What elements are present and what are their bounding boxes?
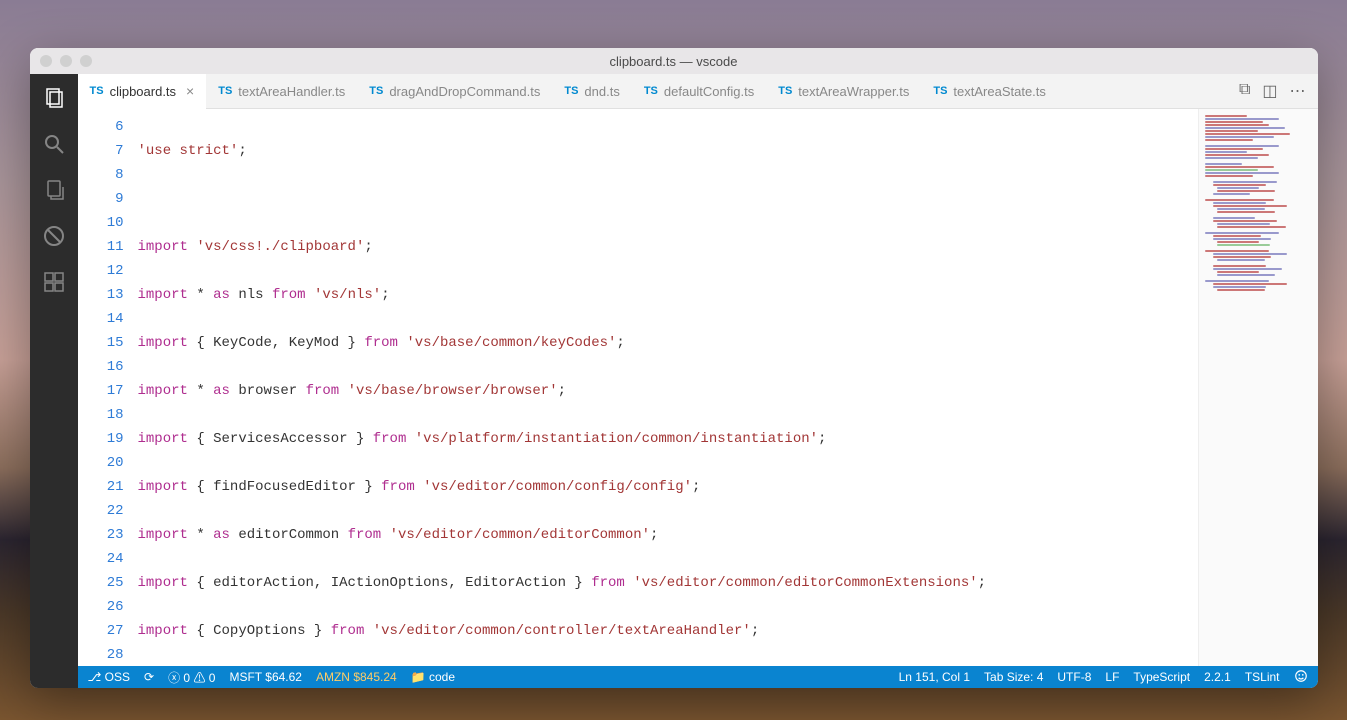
tab-textareastate[interactable]: TStextAreaState.ts — [921, 74, 1058, 109]
errors-count[interactable]: ⓧ 0 ⚠ 0 — [168, 669, 215, 686]
text-editor[interactable]: 6789101112131415161718192021222324252627… — [78, 109, 1198, 666]
extensions-icon[interactable] — [40, 268, 68, 296]
code-content[interactable]: 'use strict'; import 'vs/css!./clipboard… — [138, 109, 1198, 666]
sync-icon[interactable]: ⟳ — [144, 670, 154, 684]
split-icon[interactable]: ◫ — [1262, 81, 1277, 101]
compare-icon[interactable]: ⧉ — [1239, 81, 1250, 101]
encoding[interactable]: UTF-8 — [1057, 670, 1091, 684]
vscode-window: clipboard.ts — vscode TS — [30, 48, 1318, 688]
tab-textareahandler[interactable]: TStextAreaHandler.ts — [206, 74, 357, 109]
git-icon[interactable] — [40, 176, 68, 204]
language-mode[interactable]: TypeScript — [1133, 670, 1190, 684]
tab-label: clipboard.ts — [110, 84, 176, 99]
window-body: TS clipboard.ts × TStextAreaHandler.ts T… — [30, 74, 1318, 688]
tab-defaultconfig[interactable]: TSdefaultConfig.ts — [632, 74, 766, 109]
activity-bar — [30, 74, 78, 688]
tab-textareawrapper[interactable]: TStextAreaWrapper.ts — [766, 74, 921, 109]
tab-actions: ⧉ ◫ ⋯ — [1239, 81, 1318, 101]
window-title: clipboard.ts — vscode — [30, 54, 1318, 69]
debug-icon[interactable] — [40, 222, 68, 250]
stock-msft[interactable]: MSFT $64.62 — [229, 670, 302, 684]
ts-icon: TS — [90, 85, 104, 97]
cursor-position[interactable]: Ln 151, Col 1 — [899, 670, 970, 684]
tab-dnd[interactable]: TSdnd.ts — [552, 74, 631, 109]
tab-draganddropcommand[interactable]: TSdragAndDropCommand.ts — [357, 74, 552, 109]
files-icon[interactable] — [40, 84, 68, 112]
eol[interactable]: LF — [1105, 670, 1119, 684]
feedback-icon[interactable] — [1294, 669, 1308, 686]
status-bar: ⎇ OSS ⟳ ⓧ 0 ⚠ 0 MSFT $64.62 AMZN $845.24… — [78, 666, 1318, 688]
tab-size[interactable]: Tab Size: 4 — [984, 670, 1043, 684]
git-branch[interactable]: ⎇ OSS — [88, 670, 131, 684]
folder-name[interactable]: 📁 code — [411, 670, 455, 684]
close-icon[interactable]: × — [186, 83, 194, 99]
minimap[interactable] — [1198, 109, 1318, 666]
titlebar[interactable]: clipboard.ts — vscode — [30, 48, 1318, 74]
editor-group: TS clipboard.ts × TStextAreaHandler.ts T… — [78, 74, 1318, 688]
tab-clipboard[interactable]: TS clipboard.ts × — [78, 74, 207, 109]
stock-amzn[interactable]: AMZN $845.24 — [316, 670, 397, 684]
tabs-bar: TS clipboard.ts × TStextAreaHandler.ts T… — [78, 74, 1318, 109]
ts-version[interactable]: 2.2.1 — [1204, 670, 1231, 684]
tslint[interactable]: TSLint — [1245, 670, 1280, 684]
more-icon[interactable]: ⋯ — [1290, 81, 1306, 101]
editor-area: 6789101112131415161718192021222324252627… — [78, 109, 1318, 666]
line-numbers: 6789101112131415161718192021222324252627… — [78, 109, 138, 666]
search-icon[interactable] — [40, 130, 68, 158]
